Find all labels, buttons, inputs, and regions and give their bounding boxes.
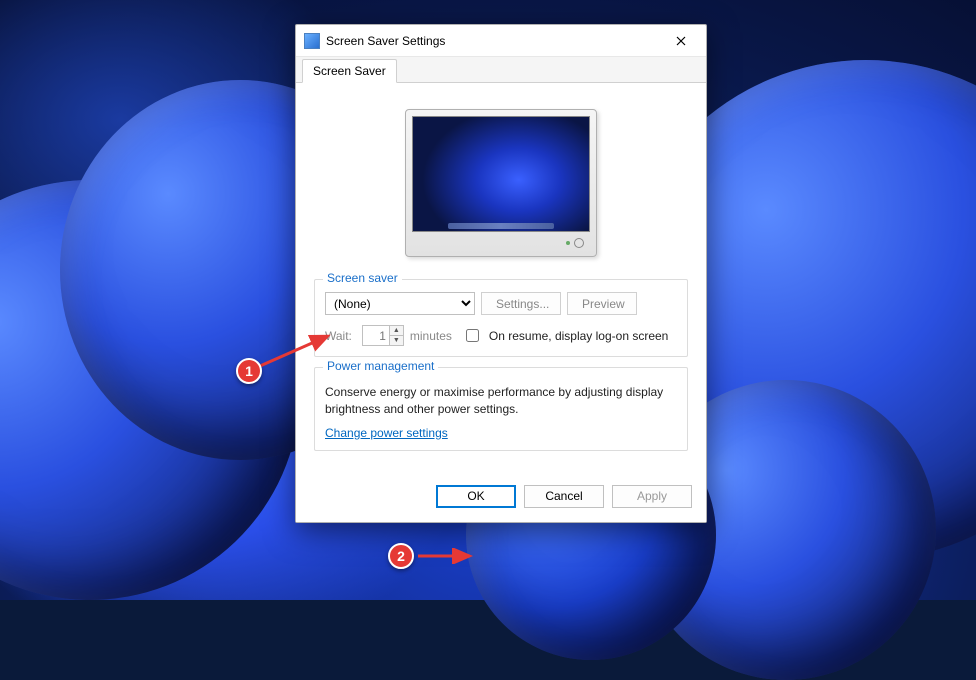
annotation-marker-2: 2 bbox=[388, 543, 414, 569]
cancel-button[interactable]: Cancel bbox=[524, 485, 604, 508]
tab-screensaver[interactable]: Screen Saver bbox=[302, 59, 397, 83]
ok-button[interactable]: OK bbox=[436, 485, 516, 508]
monitor-power-icon bbox=[574, 238, 584, 248]
app-icon bbox=[304, 33, 320, 49]
dialog-content: Screen saver (None) Settings... Preview … bbox=[296, 83, 706, 475]
resume-checkbox[interactable] bbox=[466, 329, 479, 342]
titlebar[interactable]: Screen Saver Settings bbox=[296, 25, 706, 57]
screensaver-select[interactable]: (None) bbox=[325, 292, 475, 315]
preview-screen bbox=[412, 116, 590, 232]
wait-input[interactable] bbox=[363, 326, 389, 345]
close-icon bbox=[676, 36, 686, 46]
tab-strip: Screen Saver bbox=[296, 57, 706, 83]
close-button[interactable] bbox=[658, 26, 704, 56]
resume-label: On resume, display log-on screen bbox=[489, 329, 668, 343]
apply-button[interactable]: Apply bbox=[612, 485, 692, 508]
screensaver-group-title: Screen saver bbox=[323, 271, 402, 285]
wait-spinner[interactable]: ▲ ▼ bbox=[362, 325, 404, 346]
preview-button[interactable]: Preview bbox=[567, 292, 637, 315]
screensaver-settings-dialog: Screen Saver Settings Screen Saver Scree… bbox=[295, 24, 707, 523]
power-text: Conserve energy or maximise performance … bbox=[325, 384, 677, 418]
action-buttons: OK Cancel Apply bbox=[296, 475, 706, 522]
settings-button[interactable]: Settings... bbox=[481, 292, 561, 315]
change-power-link[interactable]: Change power settings bbox=[325, 426, 448, 440]
monitor-led-icon bbox=[566, 241, 570, 245]
spinner-down-icon[interactable]: ▼ bbox=[390, 336, 403, 345]
annotation-arrow-1 bbox=[256, 330, 336, 370]
power-group-title: Power management bbox=[323, 359, 438, 373]
spinner-up-icon[interactable]: ▲ bbox=[390, 326, 403, 336]
annotation-marker-1: 1 bbox=[236, 358, 262, 384]
annotation-arrow-2 bbox=[416, 548, 476, 564]
wait-unit: minutes bbox=[410, 329, 452, 343]
screensaver-group: Screen saver (None) Settings... Preview … bbox=[314, 279, 688, 357]
window-title: Screen Saver Settings bbox=[326, 34, 658, 48]
power-group: Power management Conserve energy or maxi… bbox=[314, 367, 688, 451]
monitor-preview bbox=[314, 109, 688, 257]
